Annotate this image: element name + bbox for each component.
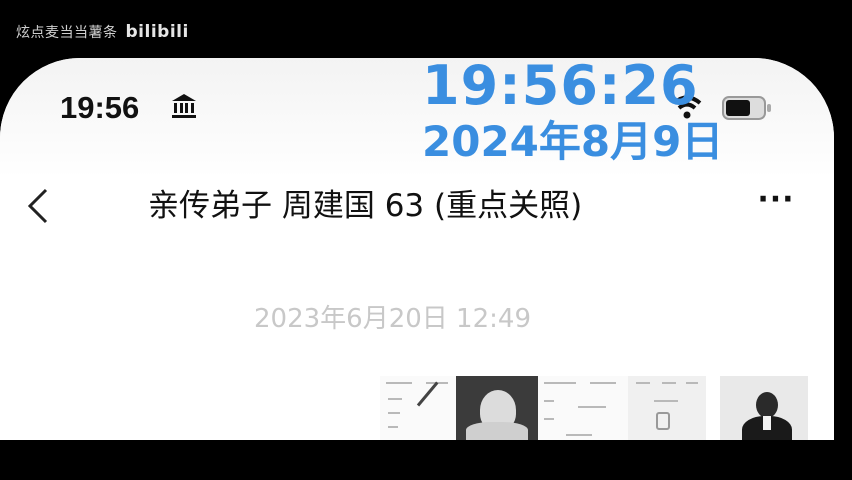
channel-name: 炫点麦当当薯条 xyxy=(16,25,118,41)
overlay-date: 2024年8月9日 xyxy=(422,117,724,166)
video-frame: 炫点麦当当薯条 bilibili 19:56 亲传弟子 周建国 63 (重点关照) xyxy=(0,0,852,480)
back-button[interactable] xyxy=(22,184,56,228)
bank-icon xyxy=(172,94,196,118)
chevron-left-icon xyxy=(27,188,48,224)
more-options-button[interactable]: ··· xyxy=(752,182,800,222)
battery-icon xyxy=(722,96,771,120)
overlay-clock: 19:56:26 xyxy=(422,54,699,117)
letterbox-bottom xyxy=(0,440,852,480)
thumbnail-panel-middle xyxy=(538,376,628,440)
channel-watermark: 炫点麦当当薯条 bilibili xyxy=(16,22,189,42)
status-bar-time: 19:56 xyxy=(60,90,140,125)
shared-screenshot-thumbnail[interactable] xyxy=(380,376,706,440)
chat-title: 亲传弟子 周建国 63 (重点关照) xyxy=(148,188,583,224)
thumbnail-photo xyxy=(456,376,538,440)
thumbnail-panel-right xyxy=(628,376,706,440)
thumbnail-panel-left xyxy=(380,376,456,440)
contact-photo-thumbnail[interactable] xyxy=(720,376,808,440)
bilibili-logo: bilibili xyxy=(125,22,189,42)
message-timestamp: 2023年6月20日 12:49 xyxy=(254,304,531,334)
